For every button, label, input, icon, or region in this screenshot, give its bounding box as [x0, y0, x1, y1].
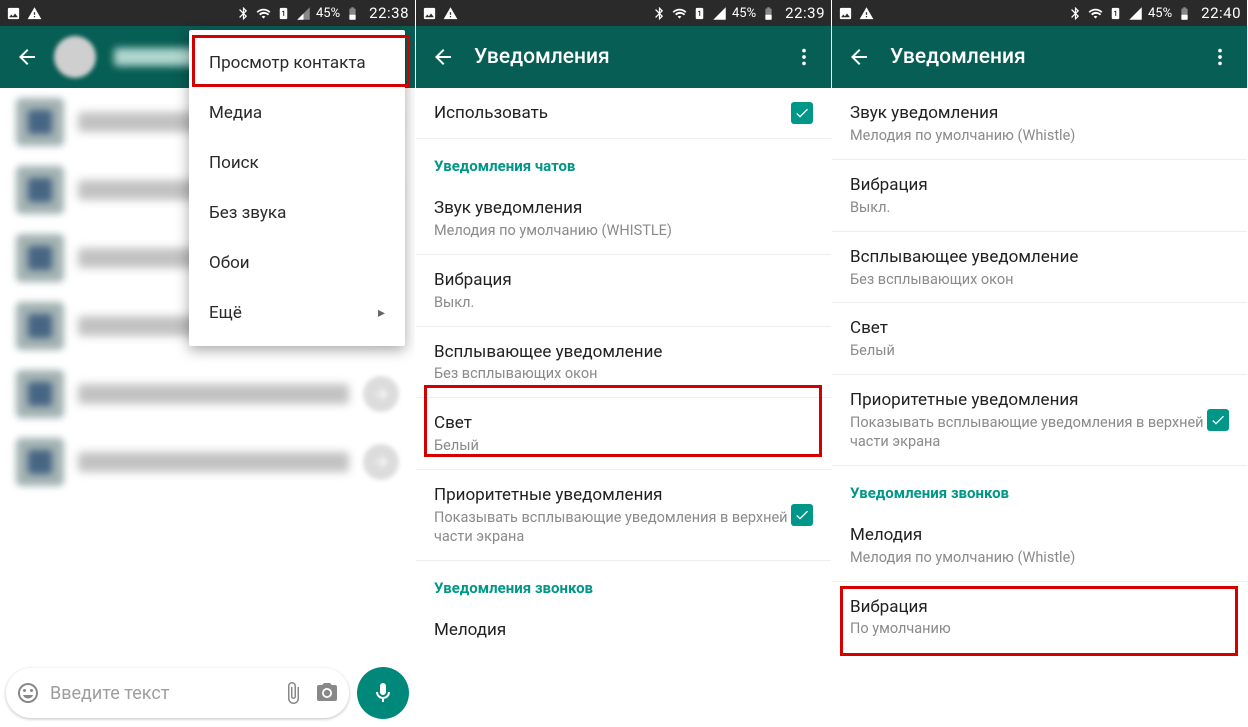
- section-call-notifications: Уведомления звонков: [832, 466, 1247, 510]
- signal-icon: [296, 6, 311, 21]
- warning-icon: [27, 6, 42, 21]
- sim-icon: 1: [276, 6, 291, 21]
- checkbox-icon[interactable]: [1207, 409, 1229, 431]
- setting-light[interactable]: Свет Белый: [832, 303, 1247, 375]
- status-bar: 1 45% 22:38: [0, 0, 415, 26]
- overflow-button[interactable]: [787, 40, 821, 74]
- clock: 22:39: [785, 4, 825, 22]
- menu-view-contact[interactable]: Просмотр контакта: [189, 38, 405, 88]
- contact-avatar[interactable]: [54, 36, 96, 78]
- battery-text: 45%: [1148, 6, 1172, 21]
- setting-sound[interactable]: Звук уведомления Мелодия по умолчанию (W…: [832, 88, 1247, 160]
- setting-use-custom[interactable]: Использовать: [416, 88, 831, 139]
- wifi-icon: [1088, 6, 1103, 21]
- back-button[interactable]: [426, 40, 460, 74]
- setting-vibrate[interactable]: Вибрация Выкл.: [832, 160, 1247, 232]
- checkbox-icon[interactable]: [791, 504, 813, 526]
- setting-popup[interactable]: Всплывающее уведомление Без всплывающих …: [416, 327, 831, 399]
- menu-wallpaper[interactable]: Обои: [189, 238, 405, 288]
- camera-icon[interactable]: [315, 681, 339, 705]
- checkbox-icon[interactable]: [791, 102, 813, 124]
- back-button[interactable]: [10, 40, 44, 74]
- forward-icon[interactable]: [363, 376, 399, 412]
- svg-text:1: 1: [1114, 10, 1118, 18]
- overflow-menu: Просмотр контакта Медиа Поиск Без звука …: [189, 30, 405, 346]
- setting-ringtone[interactable]: Мелодия: [416, 605, 831, 655]
- mic-button[interactable]: [357, 667, 409, 719]
- section-call-notifications: Уведомления звонков: [416, 561, 831, 605]
- signal-icon: [712, 6, 727, 21]
- menu-media[interactable]: Медиа: [189, 88, 405, 138]
- menu-more[interactable]: Ещё▸: [189, 288, 405, 338]
- page-title: Уведомления: [890, 45, 1189, 69]
- image-icon: [838, 6, 853, 21]
- menu-search[interactable]: Поиск: [189, 138, 405, 188]
- screen-2: 1 45% 22:39 Уведомления Использовать Уве…: [416, 0, 832, 727]
- emoji-icon[interactable]: [16, 681, 40, 705]
- warning-icon: [443, 6, 458, 21]
- media-item[interactable]: [0, 428, 415, 496]
- chevron-right-icon: ▸: [378, 305, 385, 321]
- message-input-bar: Введите текст: [6, 667, 409, 719]
- settings-appbar: Уведомления: [832, 26, 1247, 88]
- setting-vibrate[interactable]: Вибрация Выкл.: [416, 255, 831, 327]
- clock: 22:40: [1201, 4, 1241, 22]
- wifi-icon: [256, 6, 271, 21]
- battery-icon: [1177, 6, 1192, 21]
- battery-text: 45%: [732, 6, 756, 21]
- sim-icon: 1: [1108, 6, 1123, 21]
- back-button[interactable]: [842, 40, 876, 74]
- status-bar: 1 45% 22:40: [832, 0, 1247, 26]
- setting-light[interactable]: Свет Белый: [416, 398, 831, 470]
- message-input[interactable]: Введите текст: [6, 668, 349, 718]
- forward-icon[interactable]: [363, 444, 399, 480]
- section-chat-notifications: Уведомления чатов: [416, 139, 831, 183]
- image-icon: [422, 6, 437, 21]
- status-bar: 1 45% 22:39: [416, 0, 831, 26]
- svg-text:1: 1: [698, 10, 702, 18]
- setting-priority[interactable]: Приоритетные уведомления Показывать вспл…: [832, 375, 1247, 466]
- screen-3: 1 45% 22:40 Уведомления Звук уведомления…: [832, 0, 1248, 727]
- image-icon: [6, 6, 21, 21]
- warning-icon: [859, 6, 874, 21]
- media-item[interactable]: [0, 360, 415, 428]
- battery-icon: [761, 6, 776, 21]
- placeholder: Введите текст: [50, 683, 271, 704]
- clock: 22:38: [369, 4, 409, 22]
- overflow-button[interactable]: [1203, 40, 1237, 74]
- settings-appbar: Уведомления: [416, 26, 831, 88]
- setting-popup[interactable]: Всплывающее уведомление Без всплывающих …: [832, 232, 1247, 304]
- settings-list: Использовать Уведомления чатов Звук увед…: [416, 88, 831, 727]
- screen-1: 1 45% 22:38: [0, 0, 416, 727]
- attach-icon[interactable]: [281, 681, 305, 705]
- menu-mute[interactable]: Без звука: [189, 188, 405, 238]
- bluetooth-icon: [652, 6, 667, 21]
- setting-priority[interactable]: Приоритетные уведомления Показывать вспл…: [416, 470, 831, 561]
- page-title: Уведомления: [474, 45, 773, 69]
- battery-icon: [345, 6, 360, 21]
- wifi-icon: [672, 6, 687, 21]
- battery-text: 45%: [316, 6, 340, 21]
- sim-icon: 1: [692, 6, 707, 21]
- settings-list: Звук уведомления Мелодия по умолчанию (W…: [832, 88, 1247, 727]
- signal-icon: [1128, 6, 1143, 21]
- svg-text:1: 1: [282, 10, 286, 18]
- bluetooth-icon: [236, 6, 251, 21]
- setting-call-vibrate[interactable]: Вибрация По умолчанию: [832, 582, 1247, 653]
- bluetooth-icon: [1068, 6, 1083, 21]
- setting-ringtone[interactable]: Мелодия Мелодия по умолчанию (Whistle): [832, 510, 1247, 582]
- setting-sound[interactable]: Звук уведомления Мелодия по умолчанию (W…: [416, 183, 831, 255]
